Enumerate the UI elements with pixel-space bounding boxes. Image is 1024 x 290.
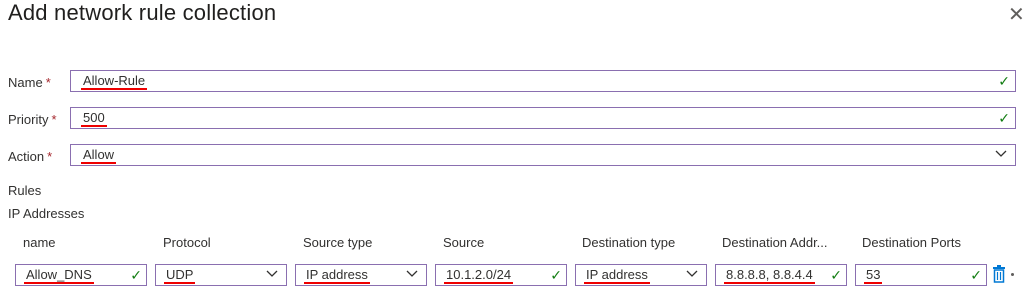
close-icon[interactable]: ✕ — [1008, 2, 1024, 27]
rules-heading: Rules — [8, 183, 42, 198]
column-header-destination-ports: Destination Ports — [862, 235, 961, 250]
destination-ports-input[interactable]: 53 ✓ — [855, 264, 987, 286]
rule-name-input[interactable]: Allow_DNS ✓ — [15, 264, 147, 286]
checkmark-icon: ✓ — [998, 73, 1010, 89]
checkmark-icon: ✓ — [998, 110, 1010, 126]
destination-type-select[interactable]: IP address — [575, 264, 707, 286]
ip-addresses-heading: IP Addresses — [8, 206, 85, 221]
destination-addresses-input[interactable]: 8.8.8.8, 8.8.4.4 ✓ — [715, 264, 847, 286]
chevron-down-icon — [266, 270, 278, 277]
column-header-protocol: Protocol — [163, 235, 211, 250]
column-header-destination-addresses: Destination Addr... — [722, 235, 828, 250]
chevron-down-icon — [406, 270, 418, 277]
more-options-icon[interactable] — [1011, 273, 1014, 276]
name-value: Allow-Rule — [81, 72, 148, 90]
source-type-select[interactable]: IP address — [295, 264, 427, 286]
checkmark-icon: ✓ — [130, 267, 142, 283]
action-select[interactable]: Allow — [70, 144, 1016, 166]
source-input[interactable]: 10.1.2.0/24 ✓ — [435, 264, 567, 286]
page-title: Add network rule collection — [8, 0, 277, 25]
priority-input[interactable]: 500 ✓ — [70, 107, 1016, 129]
protocol-select[interactable]: UDP — [155, 264, 287, 286]
column-header-source: Source — [443, 235, 485, 250]
checkmark-icon: ✓ — [970, 267, 982, 283]
action-value: Allow — [81, 146, 117, 164]
column-header-source-type: Source type — [303, 235, 373, 250]
name-input[interactable]: Allow-Rule ✓ — [70, 70, 1016, 92]
trash-icon[interactable] — [992, 265, 1006, 283]
column-header-name: name — [23, 235, 56, 250]
priority-value: 500 — [81, 109, 107, 127]
chevron-down-icon — [686, 270, 698, 277]
checkmark-icon: ✓ — [550, 267, 562, 283]
chevron-down-icon — [995, 150, 1007, 157]
priority-label: Priority * — [8, 112, 57, 127]
action-label: Action * — [8, 149, 53, 164]
name-label: Name * — [8, 75, 51, 90]
checkmark-icon: ✓ — [830, 267, 842, 283]
column-header-destination-type: Destination type — [582, 235, 676, 250]
